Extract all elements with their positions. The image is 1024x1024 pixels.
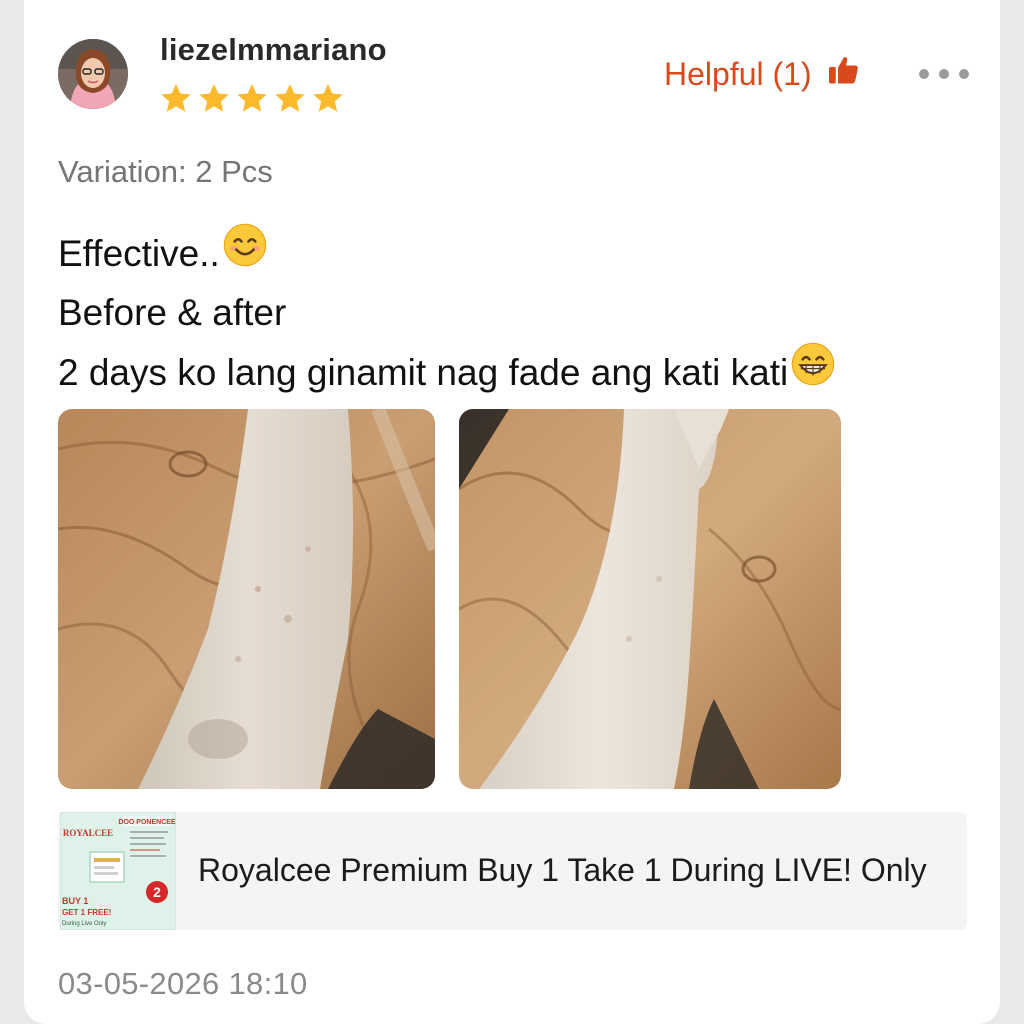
review-card: liezelmmariano Helpful (1) Variation: 2 … xyxy=(24,0,1000,1024)
review-line-3: 2 days ko lang ginamit nag fade ang kati… xyxy=(58,351,789,393)
review-photo-after[interactable] xyxy=(459,409,841,789)
review-line-1: Effective.. xyxy=(58,232,220,274)
review-line-2: Before & after xyxy=(58,292,287,333)
review-photo-before[interactable] xyxy=(58,409,435,789)
review-timestamp: 03-05-2026 18:10 xyxy=(58,966,308,1001)
reviewer-username[interactable]: liezelmmariano xyxy=(160,32,387,68)
more-options-icon[interactable] xyxy=(919,62,969,86)
avatar[interactable] xyxy=(58,39,128,109)
thumb-promo-2: GET 1 FREE! xyxy=(62,908,111,917)
thumb-header: DOO PONENCEE xyxy=(118,819,176,826)
variation-label: Variation: 2 Pcs xyxy=(58,154,273,189)
rating-stars xyxy=(158,81,346,117)
helpful-button[interactable]: Helpful (1) xyxy=(664,52,862,96)
star-icon xyxy=(310,81,346,117)
helpful-label: Helpful (1) xyxy=(664,55,812,92)
thumb-badge: 2 xyxy=(153,884,161,900)
star-icon xyxy=(158,81,194,117)
star-icon xyxy=(196,81,232,117)
product-thumbnail: DOO PONENCEE ROYALCEE BUY 1 GET 1 FREE! … xyxy=(60,812,176,930)
thumb-brand: ROYALCEE xyxy=(63,828,113,838)
star-icon xyxy=(272,81,308,117)
review-body: Effective.. Before & after 2 days ko lan… xyxy=(58,222,836,403)
thumb-promo-1: BUY 1 xyxy=(62,896,88,906)
thumb-promo-3: During Live Only xyxy=(62,921,106,927)
grinning-face-icon xyxy=(790,341,836,403)
product-link[interactable]: DOO PONENCEE ROYALCEE BUY 1 GET 1 FREE! … xyxy=(58,812,967,930)
product-name: Royalcee Premium Buy 1 Take 1 During LIV… xyxy=(198,852,927,888)
thumbs-up-icon xyxy=(826,52,862,96)
star-icon xyxy=(234,81,270,117)
smiling-face-icon xyxy=(222,222,268,284)
